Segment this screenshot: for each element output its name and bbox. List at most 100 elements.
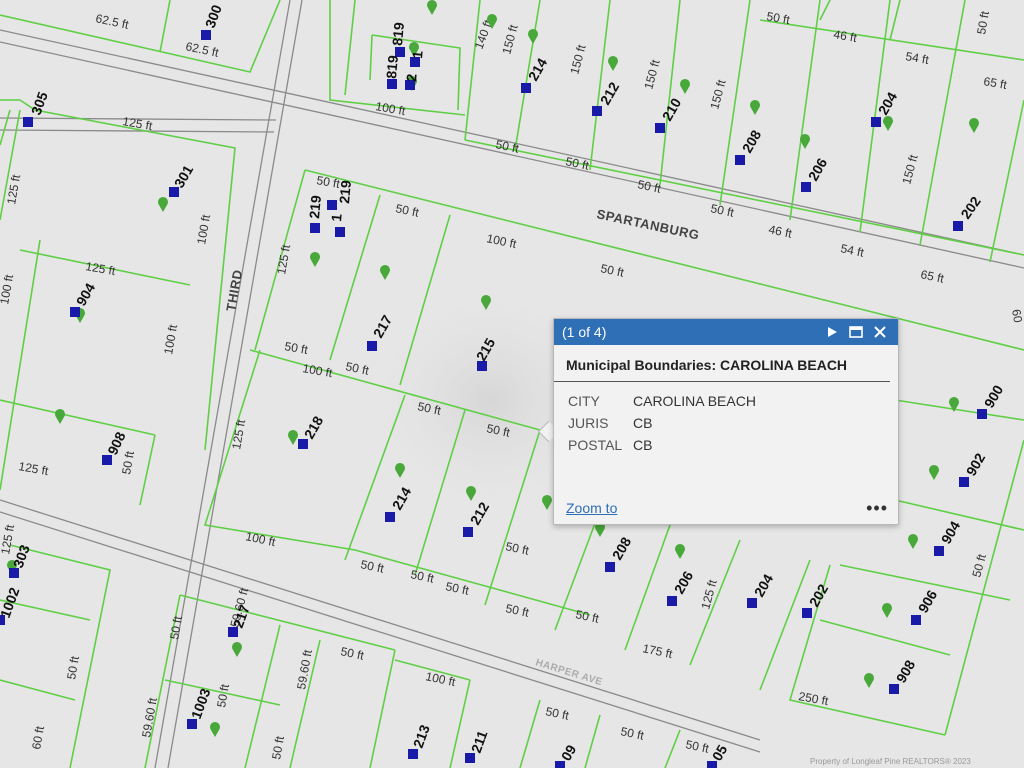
attribute-value: CB — [633, 437, 653, 453]
address-marker[interactable] — [298, 439, 308, 449]
close-popup-button[interactable] — [868, 320, 892, 344]
lot-dimension-label: 54 ft — [904, 49, 930, 67]
address-marker[interactable] — [463, 527, 473, 537]
parcel-pin[interactable] — [800, 134, 810, 149]
address-marker[interactable] — [395, 47, 405, 57]
next-feature-button[interactable] — [820, 320, 844, 344]
lot-dimension-label: 150 ft — [499, 23, 520, 56]
address-label: 202 — [957, 193, 984, 221]
address-marker[interactable] — [667, 596, 677, 606]
parcel-pin[interactable] — [528, 28, 538, 44]
street-label-third: THIRD — [223, 268, 245, 312]
address-marker[interactable] — [228, 627, 238, 637]
parcel-pin[interactable] — [675, 544, 685, 559]
address-marker[interactable] — [102, 455, 112, 465]
address-marker[interactable] — [801, 182, 811, 192]
attribute-row: CITY CAROLINA BEACH — [568, 390, 756, 412]
lot-dimension-label: 50 ft — [214, 682, 232, 708]
parcel-pin[interactable] — [310, 251, 321, 267]
parcel-pin[interactable] — [427, 0, 437, 16]
parcel-pin[interactable] — [380, 265, 391, 280]
address-marker[interactable] — [367, 341, 377, 351]
parcel-pin[interactable] — [881, 602, 893, 618]
parcel-pin[interactable] — [680, 79, 690, 94]
attribute-row: POSTAL CB — [568, 434, 756, 456]
address-marker[interactable] — [555, 761, 565, 768]
popup-footer: Zoom to ••• — [566, 499, 888, 517]
attribute-key: JURIS — [568, 415, 609, 431]
lot-dimension-label: 50 ft — [599, 261, 625, 280]
lot-dimension-label: 50 ft — [619, 724, 645, 743]
address-marker[interactable] — [592, 106, 602, 116]
lot-dimension-label: 60 ft — [29, 724, 47, 750]
address-label: 214 — [525, 55, 551, 83]
address-label: 210 — [659, 95, 685, 123]
address-marker[interactable] — [959, 477, 969, 487]
address-marker[interactable] — [187, 719, 197, 729]
attribute-table: CITY CAROLINA BEACH JURIS CB POSTAL CB — [568, 390, 756, 456]
lot-dimension-label: 62.5 ft — [94, 11, 130, 32]
address-label: 204 — [751, 571, 777, 599]
lot-dimension-label: 250 ft — [797, 689, 830, 708]
lot-dimension-label: 54 ft — [839, 241, 865, 260]
lot-dimension-label: 50 ft — [167, 614, 185, 640]
address-marker[interactable] — [335, 227, 345, 237]
address-marker[interactable] — [23, 117, 33, 127]
address-marker[interactable] — [802, 608, 812, 618]
lot-dimension-label: 50 ft — [574, 607, 600, 626]
parcel-pin[interactable] — [929, 465, 940, 480]
address-marker[interactable] — [169, 187, 179, 197]
parcel-pin[interactable] — [908, 534, 919, 549]
address-label: 1 — [409, 50, 426, 59]
parcel-pin[interactable] — [209, 722, 220, 737]
lot-dimension-label: 125 ft — [229, 418, 248, 451]
play-icon — [828, 327, 837, 337]
address-marker[interactable] — [70, 307, 80, 317]
address-marker[interactable] — [465, 753, 475, 763]
address-marker[interactable] — [934, 546, 944, 556]
parcel-pin[interactable] — [864, 673, 874, 688]
address-label: 300 — [202, 2, 225, 30]
address-marker[interactable] — [9, 568, 19, 578]
address-marker[interactable] — [655, 123, 665, 133]
address-marker[interactable] — [707, 761, 717, 768]
address-marker[interactable] — [911, 615, 921, 625]
dock-popup-button[interactable] — [844, 320, 868, 344]
address-label: 213 — [410, 722, 433, 750]
address-marker[interactable] — [735, 155, 745, 165]
address-marker[interactable] — [889, 684, 899, 694]
address-label: 900 — [981, 382, 1007, 410]
parcel-pin[interactable] — [969, 118, 980, 133]
lot-dimension-label: 150 ft — [641, 58, 662, 91]
lot-dimension-label: 125 ft — [17, 459, 50, 478]
parcel-pin[interactable] — [55, 409, 65, 424]
street-label-spartanburg: SPARTANBURG — [595, 206, 701, 242]
parcel-pin[interactable] — [750, 100, 760, 115]
parcel-pin[interactable] — [608, 55, 618, 71]
zoom-to-link[interactable]: Zoom to — [566, 500, 866, 516]
address-marker[interactable] — [977, 409, 987, 419]
parcel-pin[interactable] — [232, 642, 243, 657]
address-marker[interactable] — [387, 79, 397, 89]
address-marker[interactable] — [871, 117, 881, 127]
more-actions-button[interactable]: ••• — [866, 499, 888, 517]
address-marker[interactable] — [521, 83, 531, 93]
address-label: 902 — [963, 450, 989, 478]
parcel-pin[interactable] — [158, 197, 168, 212]
lot-dimension-label: 125 ft — [698, 578, 719, 611]
parcel-pin[interactable] — [288, 430, 298, 445]
address-marker[interactable] — [201, 30, 211, 40]
lot-dimension-label: 50 ft — [504, 539, 530, 558]
lot-dimension-label: 60 — [1009, 308, 1024, 324]
address-marker[interactable] — [953, 221, 963, 231]
address-label: 819 — [383, 54, 401, 79]
address-marker[interactable] — [408, 749, 418, 759]
attribute-value: CB — [633, 415, 653, 431]
address-marker[interactable] — [605, 562, 615, 572]
lot-dimension-label: 50 ft — [544, 704, 570, 723]
address-marker[interactable] — [747, 598, 757, 608]
lot-dimension-label: 50 ft — [765, 9, 791, 27]
address-marker[interactable] — [310, 223, 320, 233]
address-label: 219 — [336, 179, 354, 204]
address-marker[interactable] — [385, 512, 395, 522]
